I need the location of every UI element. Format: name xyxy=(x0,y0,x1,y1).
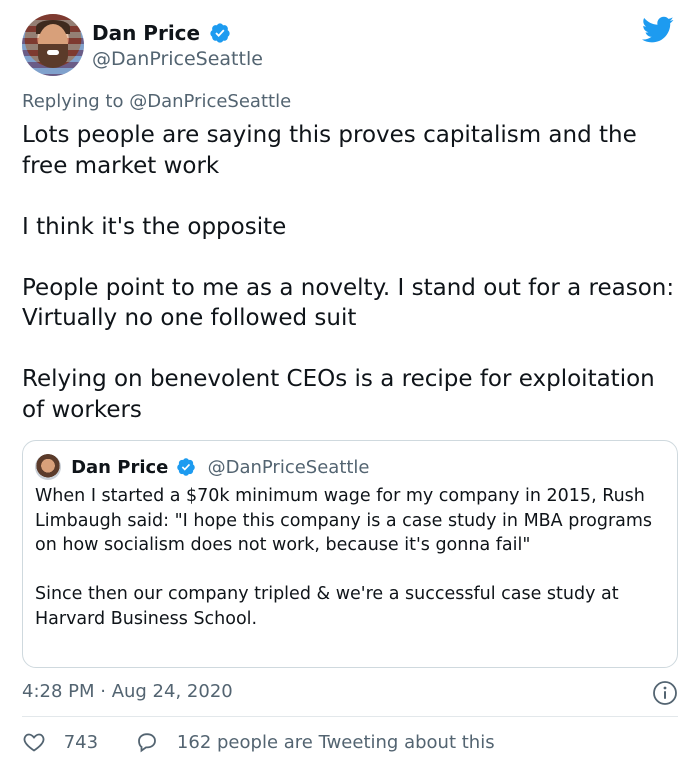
quoted-paragraph: When I started a $70k minimum wage for m… xyxy=(35,486,653,555)
tweet-header: Dan Price @DanPriceSeattle xyxy=(22,14,682,80)
info-icon[interactable] xyxy=(652,680,678,706)
divider xyxy=(22,716,678,717)
replying-to: Replying to @DanPriceSeattle xyxy=(22,90,291,114)
tweet-text: Lots people are saying this proves capit… xyxy=(22,120,682,425)
quoted-tweet[interactable]: Dan Price @DanPriceSeattle When I starte… xyxy=(22,440,678,668)
tweet-paragraph: Relying on benevolent CEOs is a recipe f… xyxy=(22,366,663,423)
tweet-actions: 743 162 people are Tweeting about this xyxy=(22,730,495,756)
quoted-tweet-text: When I started a $70k minimum wage for m… xyxy=(35,484,665,631)
author-handle[interactable]: @DanPriceSeattle xyxy=(92,47,263,71)
tweet-card: Dan Price @DanPriceSeattle Replying to @… xyxy=(0,0,700,770)
tweet-timestamp[interactable]: 4:28 PM · Aug 24, 2020 xyxy=(22,680,233,704)
tweet-paragraph: Lots people are saying this proves capit… xyxy=(22,122,645,179)
verified-badge-icon xyxy=(177,458,196,476)
tweeting-about-label: 162 people are Tweeting about this xyxy=(176,731,495,753)
quoted-paragraph: Since then our company tripled & we're a… xyxy=(35,584,619,629)
tweet-paragraph: I think it's the opposite xyxy=(22,213,287,240)
author-name[interactable]: Dan Price xyxy=(92,21,200,45)
author-avatar[interactable] xyxy=(22,14,84,76)
reply-bubble-icon xyxy=(138,733,157,753)
tweet-paragraph: People point to me as a novelty. I stand… xyxy=(22,274,682,332)
quoted-tweet-header: Dan Price @DanPriceSeattle xyxy=(35,454,370,480)
like-count: 743 xyxy=(63,731,99,753)
quoted-author-avatar xyxy=(35,454,61,480)
quoted-author-name: Dan Price xyxy=(71,456,169,478)
replying-to-label: Replying to xyxy=(22,91,124,112)
twitter-bird-icon[interactable] xyxy=(642,16,674,44)
replying-to-mention[interactable]: @DanPriceSeattle xyxy=(129,91,291,112)
author-info: Dan Price @DanPriceSeattle xyxy=(92,21,263,71)
verified-badge-icon xyxy=(210,23,230,43)
like-button[interactable]: 743 xyxy=(22,730,98,754)
heart-icon xyxy=(23,733,45,752)
quoted-author-handle: @DanPriceSeattle xyxy=(207,456,370,478)
tweeting-about-link[interactable]: 162 people are Tweeting about this xyxy=(135,730,495,754)
